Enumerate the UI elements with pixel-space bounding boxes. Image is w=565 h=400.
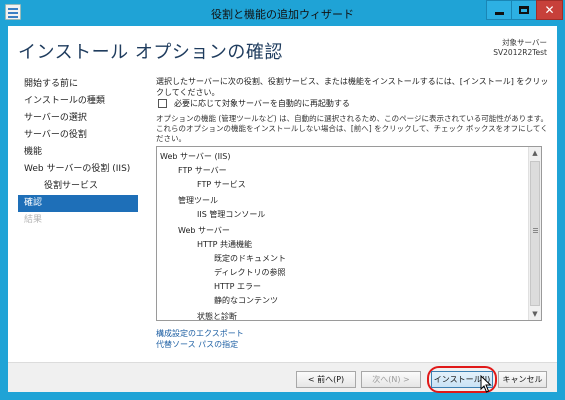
wizard-body: インストール オプションの確認 対象サーバー SV2012R2Test 開始する… [8, 26, 557, 393]
maximize-icon [519, 6, 529, 14]
tree-item-health-diagnostics: 状態と診断 [197, 312, 237, 320]
nav-item-features[interactable]: 機能 [18, 144, 138, 161]
tree-item-directory-browsing: ディレクトリの参照 [214, 268, 286, 277]
minimize-icon [494, 11, 504, 15]
selection-list[interactable]: Web サーバー (IIS) FTP サーバー FTP サービス 管理ツール I… [156, 146, 542, 321]
alternate-source-link[interactable]: 代替ソース パスの指定 [156, 339, 244, 350]
tree-item-http-common-features: HTTP 共通機能 [197, 240, 253, 249]
nav-item-server-selection[interactable]: サーバーの選択 [18, 110, 138, 127]
wizard-nav: 開始する前に インストールの種類 サーバーの選択 サーバーの役割 機能 Web … [18, 76, 138, 229]
minimize-button[interactable] [486, 0, 512, 20]
instruction-text: 選択したサーバーに次の役割、役割サービス、または機能をインストールするには、[イ… [156, 77, 549, 97]
auto-restart-label: 必要に応じて対象サーバーを自動的に再起動する [174, 99, 350, 108]
scroll-up-icon[interactable]: ▲ [529, 147, 541, 159]
nav-item-results: 結果 [24, 215, 43, 225]
scroll-down-icon[interactable]: ▼ [529, 308, 541, 320]
mouse-cursor-icon [480, 375, 492, 393]
export-settings-link[interactable]: 構成設定のエクスポート [156, 328, 244, 339]
scroll-thumb[interactable] [530, 161, 540, 306]
next-button: 次へ(N) > [361, 371, 421, 388]
page-title: インストール オプションの確認 [18, 42, 283, 63]
tree-item-web-server-iis: Web サーバー (IIS) [160, 152, 231, 161]
selection-tree: Web サーバー (IIS) FTP サーバー FTP サービス 管理ツール I… [157, 147, 529, 320]
wizard-footer: < 前へ(P) 次へ(N) > インストール(I) キャンセル [8, 362, 557, 393]
tree-item-default-document: 既定のドキュメント [214, 254, 286, 263]
maximize-button[interactable] [511, 0, 537, 20]
cancel-button[interactable]: キャンセル [498, 371, 547, 388]
tree-item-ftp-service: FTP サービス [197, 180, 246, 189]
nav-item-installation-type[interactable]: インストールの種類 [18, 93, 138, 110]
nav-item-confirmation[interactable]: 確認 [18, 195, 138, 212]
nav-item-role-services[interactable]: 役割サービス [18, 178, 138, 195]
window-title: 役割と機能の追加ウィザード [211, 8, 354, 21]
list-scrollbar[interactable]: ▲ ▼ [528, 147, 541, 320]
target-server-info: 対象サーバー SV2012R2Test [493, 38, 547, 58]
tree-item-management-tools: 管理ツール [178, 196, 218, 205]
option-links: 構成設定のエクスポート 代替ソース パスの指定 [156, 328, 244, 350]
nav-item-before-you-begin[interactable]: 開始する前に [18, 76, 138, 93]
auto-restart-checkbox[interactable] [158, 99, 167, 108]
tree-item-http-errors: HTTP エラー [214, 282, 262, 291]
grip-icon [533, 228, 538, 229]
close-button[interactable]: ✕ [536, 0, 563, 20]
auto-restart-option[interactable]: 必要に応じて対象サーバーを自動的に再起動する [158, 98, 350, 109]
tree-item-ftp-server: FTP サーバー [178, 166, 227, 175]
confirmation-panel: 選択したサーバーに次の役割、役割サービス、または機能をインストールするには、[イ… [156, 76, 551, 349]
tree-item-static-content: 静的なコンテンツ [214, 296, 278, 305]
target-server-label: 対象サーバー [502, 38, 547, 47]
tree-item-web-server: Web サーバー [178, 226, 230, 235]
nav-item-server-roles[interactable]: サーバーの役割 [18, 127, 138, 144]
previous-button[interactable]: < 前へ(P) [296, 371, 356, 388]
title-bar[interactable]: 役割と機能の追加ウィザード ✕ [0, 0, 565, 26]
optional-features-note: オプションの機能 (管理ツールなど) は、自動的に選択されるため、このページに表… [156, 114, 548, 143]
target-server-name: SV2012R2Test [493, 48, 547, 57]
tree-item-iis-management-console: IIS 管理コンソール [197, 210, 266, 219]
nav-item-web-server-role[interactable]: Web サーバーの役割 (IIS) [18, 161, 138, 178]
wizard-window: 役割と機能の追加ウィザード ✕ インストール オプションの確認 対象サーバー S… [0, 0, 565, 400]
close-icon: ✕ [544, 3, 555, 17]
